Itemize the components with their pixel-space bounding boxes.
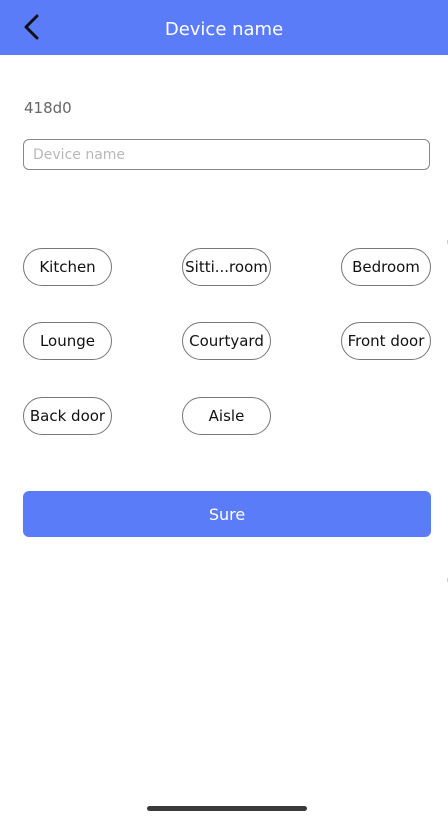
preset-chip-front-door[interactable]: Front door bbox=[341, 322, 431, 360]
device-id-label: 418d0 bbox=[24, 99, 72, 117]
preset-chip-lounge[interactable]: Lounge bbox=[23, 322, 112, 360]
page-title: Device name bbox=[164, 19, 284, 40]
preset-chip-aisle[interactable]: Aisle bbox=[182, 397, 271, 435]
home-indicator bbox=[147, 806, 307, 811]
preset-chip-back-door[interactable]: Back door bbox=[23, 397, 112, 435]
device-name-input[interactable] bbox=[23, 139, 430, 170]
preset-chip-kitchen[interactable]: Kitchen bbox=[23, 248, 112, 286]
sure-button[interactable]: Sure bbox=[23, 491, 431, 537]
preset-chip-bedroom[interactable]: Bedroom bbox=[341, 248, 431, 286]
preset-chip-sitting-room[interactable]: Sitti...room bbox=[182, 248, 271, 286]
top-bar: Device name bbox=[0, 0, 448, 55]
preset-chip-courtyard[interactable]: Courtyard bbox=[182, 322, 271, 360]
